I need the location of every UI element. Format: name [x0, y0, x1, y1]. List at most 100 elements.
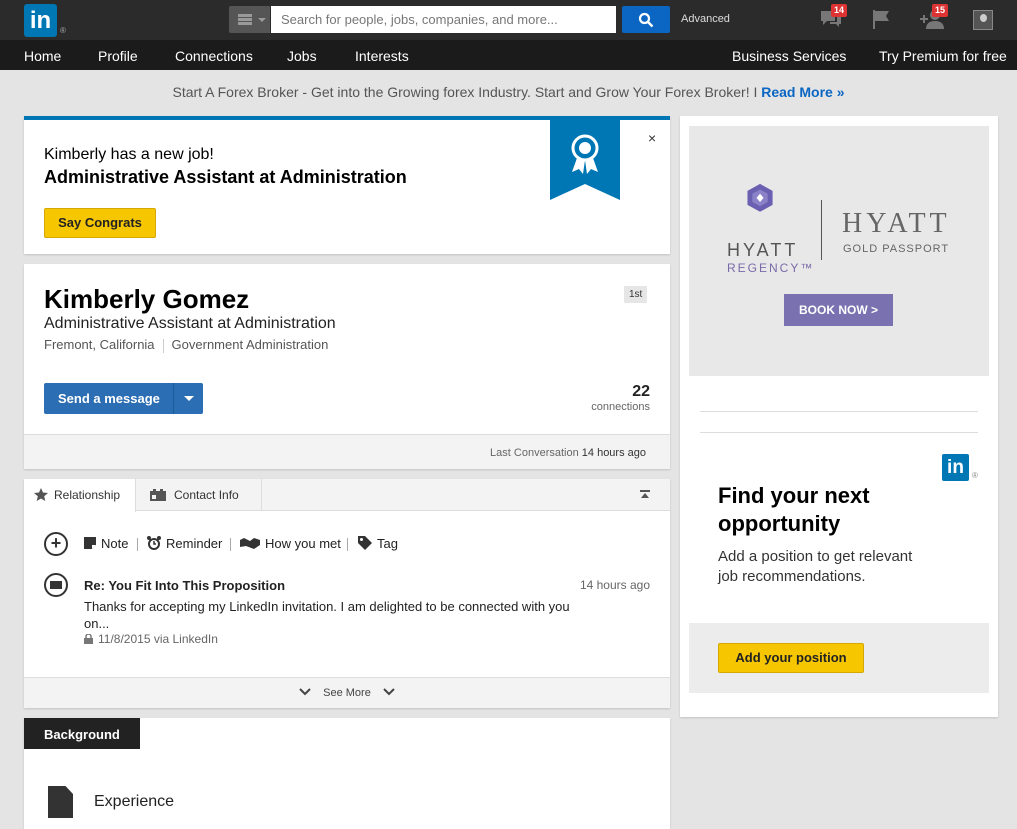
profile-industry[interactable]: Government Administration	[172, 337, 329, 352]
handshake-icon	[240, 538, 260, 549]
nav-business-services[interactable]: Business Services	[732, 48, 846, 64]
promo-text: Start A Forex Broker - Get into the Grow…	[172, 84, 762, 100]
tag-button[interactable]: Tag	[358, 536, 398, 551]
background-card: Background Experience	[24, 718, 670, 829]
add-connections-button[interactable]: 15	[920, 4, 949, 32]
tag-label: Tag	[377, 536, 398, 551]
menu-icon	[238, 14, 252, 25]
nav-interests[interactable]: Interests	[355, 48, 409, 64]
send-message-button[interactable]: Send a message	[44, 383, 203, 414]
experience-heading: Experience	[94, 793, 175, 810]
linkedin-logo: in	[942, 454, 969, 481]
reminder-button[interactable]: Reminder	[147, 536, 222, 551]
search-category-dropdown[interactable]	[229, 6, 270, 33]
divider	[700, 411, 978, 412]
tag-icon	[358, 536, 372, 550]
notifications-button[interactable]	[871, 8, 897, 32]
hyatt-regency-sub: REGENCY™	[727, 261, 815, 275]
right-sidebar: HYATT REGENCY™ HYATT GOLD PASSPORT BOOK …	[680, 116, 998, 717]
envelope-icon	[44, 573, 68, 597]
top-bar: in ® Advanced 14 15	[0, 0, 1017, 40]
relationship-tabs: Relationship Contact Info	[24, 479, 670, 512]
tab-relationship[interactable]: Relationship	[24, 479, 136, 512]
how-you-met-button[interactable]: How you met	[240, 536, 341, 551]
send-message-label: Send a message	[58, 391, 160, 406]
document-icon	[48, 786, 73, 818]
say-congrats-button[interactable]: Say Congrats	[44, 208, 156, 238]
add-position-button[interactable]: Add your position	[718, 643, 864, 673]
linkedin-logo[interactable]: in	[24, 4, 57, 37]
connection-degree-badge: 1st	[624, 286, 648, 303]
divider	[162, 338, 164, 353]
message-time: 14 hours ago	[579, 578, 650, 592]
job-promo-title: Find your next opportunity	[718, 483, 870, 536]
award-ribbon-icon	[550, 120, 620, 200]
collapse-icon[interactable]	[639, 489, 651, 501]
add-relationship-button[interactable]: +	[44, 532, 68, 556]
profile-name: Kimberly Gomez	[44, 284, 250, 314]
chevron-down-icon	[383, 688, 395, 696]
hyatt-ad[interactable]: HYATT REGENCY™ HYATT GOLD PASSPORT BOOK …	[689, 126, 989, 376]
message-date-line: 11/8/2015 via LinkedIn	[84, 632, 218, 646]
message-options-dropdown[interactable]	[173, 383, 203, 414]
profile-location-line: Fremont, California Government Administra…	[44, 337, 328, 353]
close-icon[interactable]: ×	[648, 130, 656, 146]
avatar[interactable]	[973, 10, 993, 30]
book-now-button[interactable]: BOOK NOW >	[784, 294, 893, 326]
divider	[137, 538, 138, 551]
hyatt-regency-logo-icon	[747, 183, 773, 212]
relationship-card: Relationship Contact Info + Note Reminde…	[24, 479, 670, 708]
hyatt-gold-brand: HYATT	[842, 208, 951, 239]
search-icon	[638, 12, 654, 28]
message-preview[interactable]: Thanks for accepting my LinkedIn invitat…	[84, 598, 584, 632]
search-button[interactable]	[622, 6, 670, 33]
nav-jobs[interactable]: Jobs	[287, 48, 317, 64]
advanced-search-link[interactable]: Advanced	[681, 13, 730, 25]
last-conversation-bar: Last Conversation 14 hours ago	[24, 434, 670, 469]
job-promo-description: Add a position to get relevant job recom…	[718, 548, 913, 585]
lock-icon	[84, 633, 93, 644]
profile-location[interactable]: Fremont, California	[44, 337, 155, 352]
chevron-down-icon	[258, 18, 266, 26]
notice-heading: Kimberly has a new job!	[44, 146, 214, 163]
background-tab: Background	[24, 718, 140, 749]
nav-try-premium[interactable]: Try Premium for free	[879, 48, 1007, 64]
job-change-notice: Kimberly has a new job! Administrative A…	[24, 116, 670, 254]
messages-button[interactable]: 14	[819, 4, 848, 32]
last-conversation-label: Last Conversation	[490, 447, 579, 459]
profile-card: Kimberly Gomez Administrative Assistant …	[24, 264, 670, 469]
search-input[interactable]	[271, 6, 616, 33]
nav-connections[interactable]: Connections	[175, 48, 253, 64]
flag-icon	[873, 10, 889, 29]
hyatt-regency-brand: HYATT	[727, 240, 799, 260]
contact-card-icon	[150, 489, 166, 501]
nav-home[interactable]: Home	[24, 48, 61, 64]
note-button[interactable]: Note	[84, 536, 128, 551]
connections-label: connections	[591, 401, 650, 413]
tab-relationship-label: Relationship	[54, 488, 121, 502]
divider	[230, 538, 231, 551]
see-more-button[interactable]: See More	[24, 677, 670, 708]
nav-profile[interactable]: Profile	[98, 48, 138, 64]
registered-mark: ®	[972, 471, 978, 480]
alarm-clock-icon	[147, 536, 161, 550]
tab-contact-info-label: Contact Info	[174, 488, 239, 502]
note-icon	[84, 537, 96, 549]
divider	[700, 432, 978, 433]
messages-count-badge: 14	[831, 4, 848, 17]
divider	[821, 200, 822, 260]
reminder-label: Reminder	[166, 536, 223, 551]
message-subject[interactable]: Re: You Fit Into This Proposition	[84, 578, 285, 593]
star-icon	[34, 488, 48, 501]
tab-contact-info[interactable]: Contact Info	[136, 479, 262, 511]
connections-count[interactable]: 22	[632, 383, 650, 401]
message-date: 11/8/2015 via LinkedIn	[98, 632, 218, 646]
registered-mark: ®	[60, 26, 66, 35]
promo-read-more-link[interactable]: Read More »	[761, 84, 844, 100]
profile-headline: Administrative Assistant at Administrati…	[44, 315, 336, 332]
gold-passport-label: GOLD PASSPORT	[843, 243, 950, 255]
invites-count-badge: 15	[932, 4, 949, 17]
see-more-label: See More	[323, 687, 371, 699]
how-you-met-label: How you met	[265, 536, 341, 551]
job-promo-cta-area: Add your position	[689, 623, 989, 693]
